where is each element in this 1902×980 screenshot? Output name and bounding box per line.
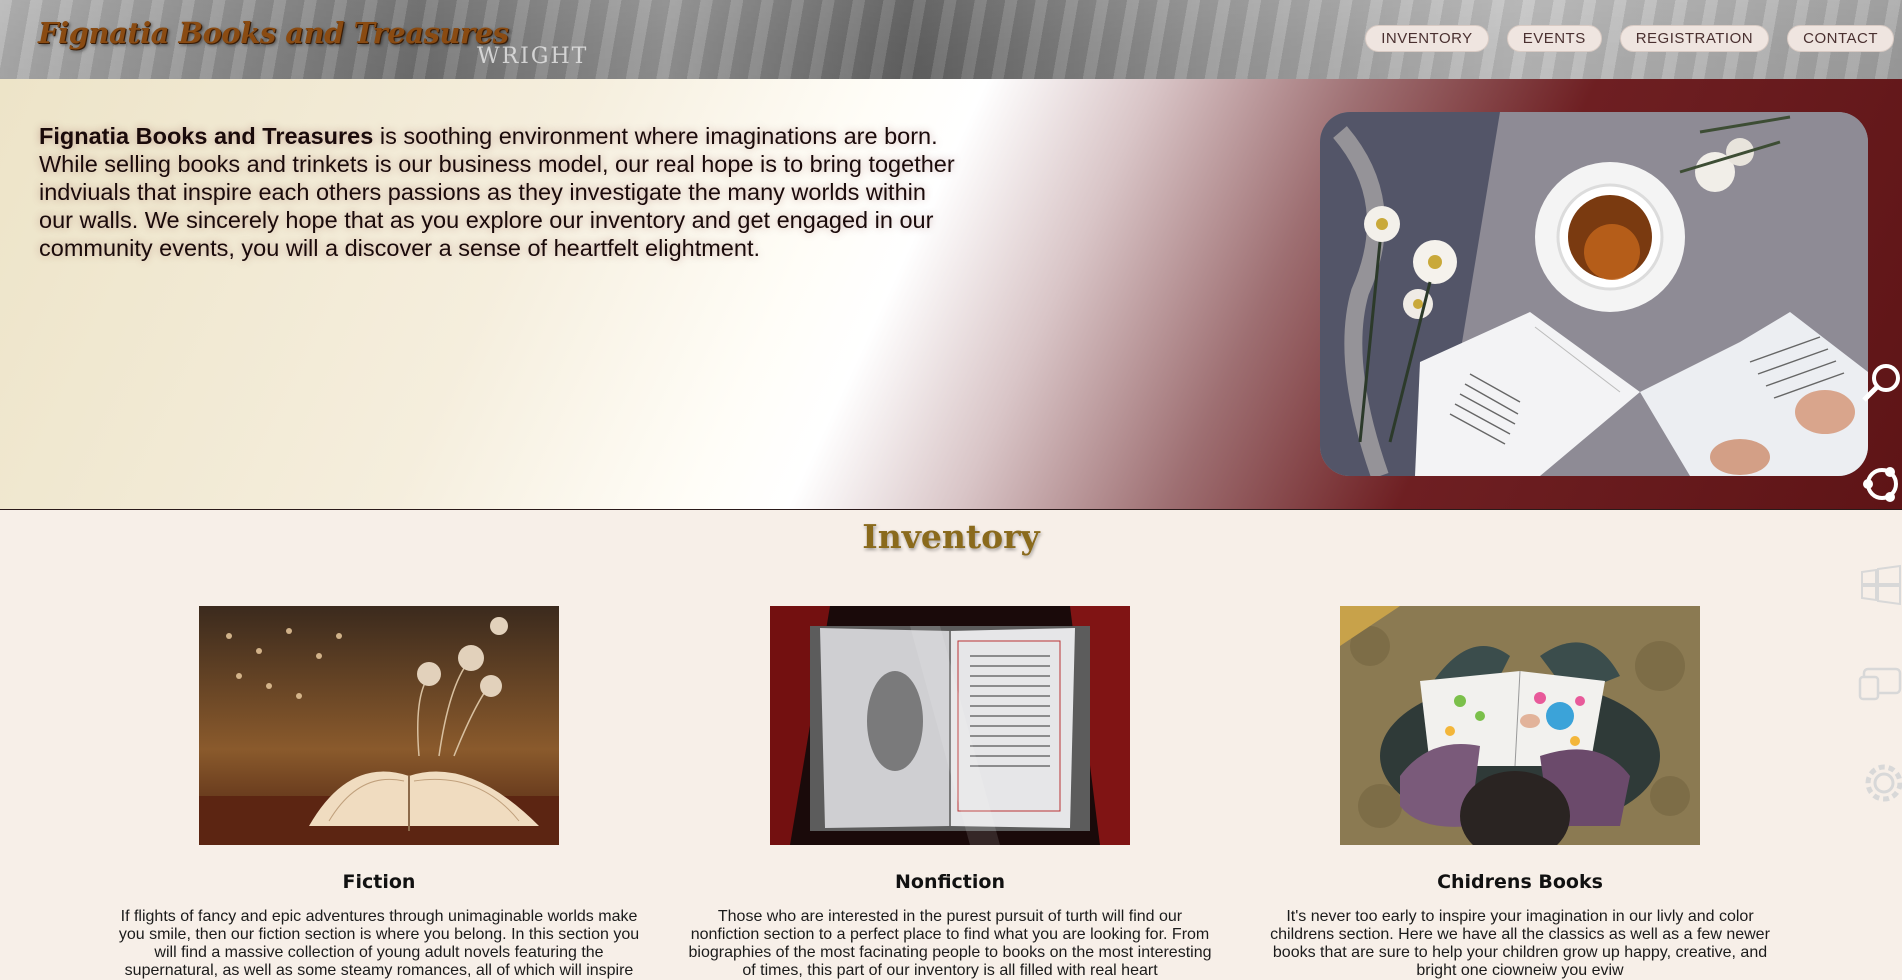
nav-contact[interactable]: CONTACT: [1787, 25, 1894, 52]
childrens-books-title: Chidrens Books: [1437, 871, 1603, 893]
inventory-card-nonfiction[interactable]: Nonfiction Those who are interested in t…: [680, 606, 1220, 980]
fiction-image[interactable]: [199, 606, 559, 845]
nav-inventory[interactable]: INVENTORY: [1365, 25, 1489, 52]
fiction-title: Fiction: [342, 871, 416, 893]
nav-events[interactable]: EVENTS: [1506, 25, 1602, 52]
inventory-card-fiction[interactable]: Fiction If flights of fancy and epic adv…: [109, 606, 649, 980]
devices-icon[interactable]: [1856, 661, 1902, 707]
site-logo[interactable]: Fignatia Books and Treasures: [38, 16, 509, 50]
nonfiction-image[interactable]: [770, 606, 1130, 845]
inventory-card-childrens[interactable]: Chidrens Books It's never too early to i…: [1250, 606, 1790, 980]
gear-icon[interactable]: [1856, 760, 1902, 806]
windows-icon[interactable]: [1856, 562, 1902, 608]
site-header: WRIGHT Fignatia Books and Treasures INVE…: [0, 0, 1902, 79]
hero-section: Fignatia Books and Treasures is soothing…: [0, 79, 1902, 510]
nonfiction-title: Nonfiction: [894, 871, 1005, 893]
hero-photo-tea-and-books: [1320, 112, 1868, 476]
hero-intro: Fignatia Books and Treasures is soothing…: [39, 122, 959, 262]
childrens-books-image[interactable]: [1340, 606, 1700, 845]
main-nav: INVENTORY EVENTS REGISTRATION CONTACT: [1365, 25, 1894, 52]
search-icon[interactable]: [1856, 360, 1902, 406]
tea-books-illustration: [1320, 112, 1868, 476]
fiction-description: If flights of fancy and epic adventures …: [118, 908, 640, 979]
hero-brand-name: Fignatia Books and Treasures: [39, 123, 374, 149]
nonfiction-description: Those who are interested in the purest p…: [688, 908, 1212, 979]
inventory-heading: Inventory: [862, 517, 1040, 556]
nav-registration[interactable]: REGISTRATION: [1619, 25, 1770, 52]
childrens-books-description: It's never too early to inspire your ima…: [1270, 908, 1770, 979]
share-icon[interactable]: [1856, 462, 1902, 508]
